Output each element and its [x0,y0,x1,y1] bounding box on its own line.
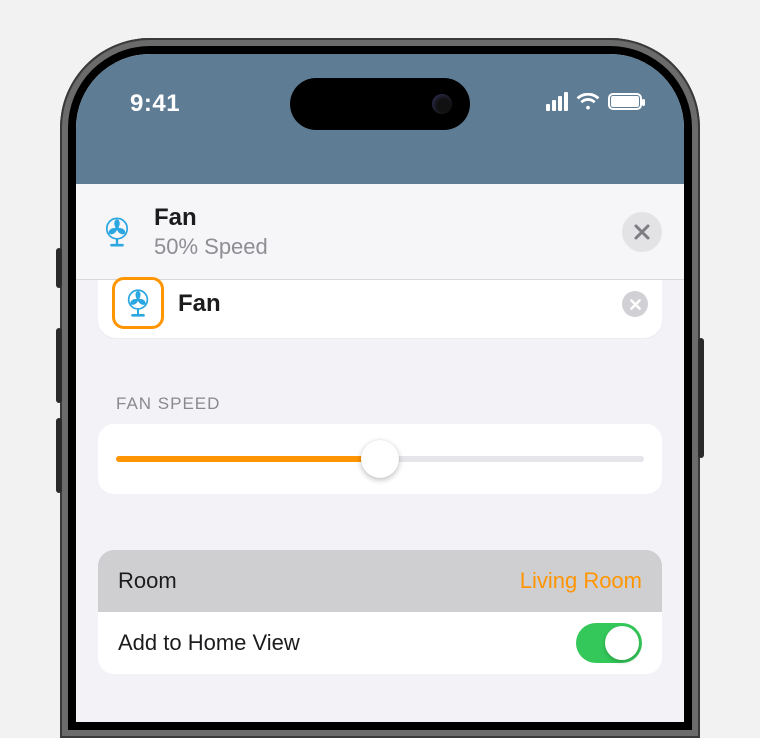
fan-icon [98,213,136,251]
fan-icon [121,286,155,320]
add-to-home-view-switch[interactable] [576,623,642,663]
accessory-tile-icon-box [112,277,164,329]
accessory-tile[interactable]: Fan [98,280,662,338]
phone-side-button [56,248,62,288]
add-to-home-view-row: Add to Home View [98,612,662,674]
status-bar-area: 9:41 [76,54,684,184]
switch-knob [605,626,639,660]
phone-screen: 9:41 [76,54,684,722]
close-icon [634,224,650,240]
slider-thumb[interactable] [361,440,399,478]
close-button[interactable] [622,212,662,252]
status-icons [546,92,642,111]
wifi-icon [576,93,600,111]
slider-track [116,456,644,462]
close-icon [630,299,641,310]
sheet-subtitle: 50% Speed [154,234,604,260]
room-row[interactable]: Room Living Room [98,550,662,612]
sheet-title: Fan [154,204,604,232]
room-row-value: Living Room [520,568,642,594]
sheet-header: Fan 50% Speed [76,184,684,280]
battery-icon [608,93,642,110]
phone-side-button [698,338,704,458]
slider-fill [116,456,380,462]
sheet-title-block: Fan 50% Speed [154,204,604,260]
phone-frame: 9:41 [60,38,700,738]
fan-speed-label: FAN SPEED [116,394,644,414]
dynamic-island [290,78,470,130]
accessory-sheet: Fan 50% Speed [76,184,684,722]
cellular-icon [546,92,568,111]
status-time: 9:41 [130,90,180,118]
add-to-home-view-label: Add to Home View [118,630,300,656]
phone-side-button [56,328,62,403]
room-row-label: Room [118,568,177,594]
phone-side-button [56,418,62,493]
accessory-tile-title: Fan [178,290,608,318]
fan-speed-slider[interactable] [98,424,662,494]
settings-list: Room Living Room Add to Home View [98,550,662,674]
accessory-tile-close[interactable] [622,291,648,317]
